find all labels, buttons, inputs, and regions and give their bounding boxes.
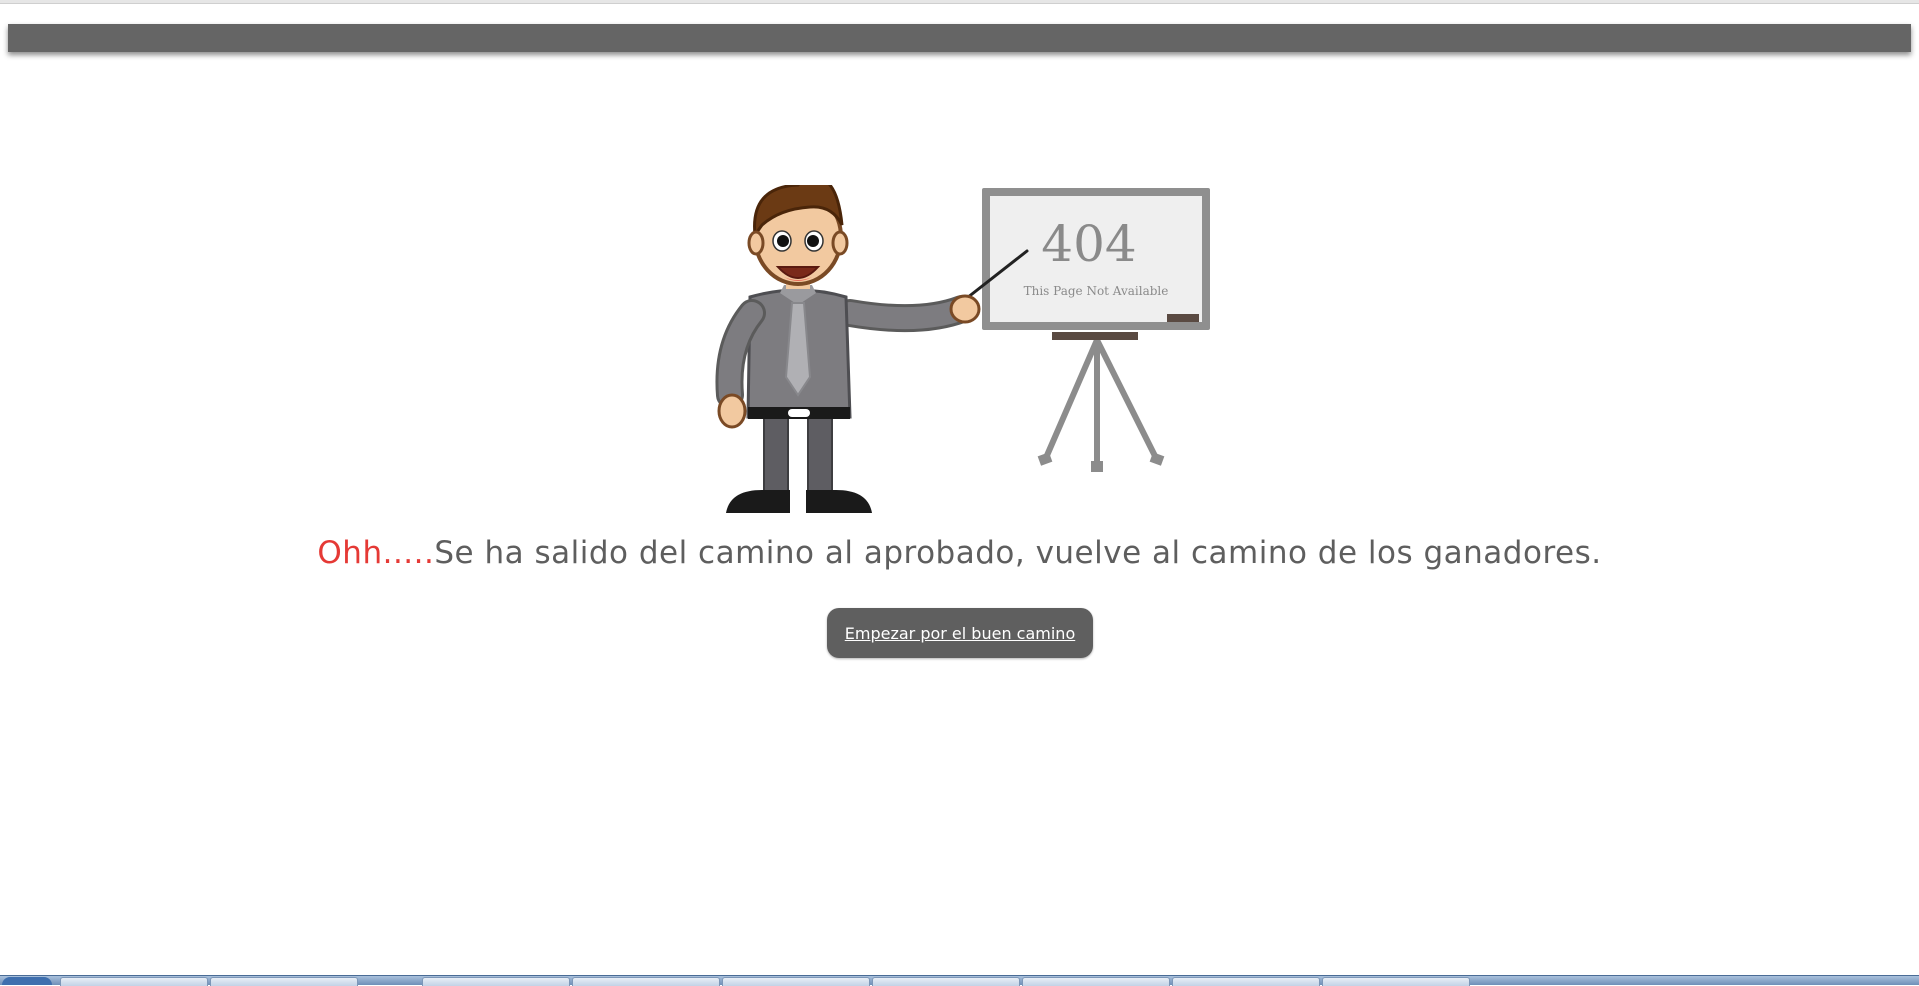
error-message: Ohh.....Se ha salido del camino al aprob…: [0, 535, 1919, 571]
whiteboard-easel-icon: 404 This Page Not Available: [982, 188, 1210, 472]
error-message-accent: Ohh.....: [317, 535, 435, 571]
top-rule: [0, 0, 1919, 4]
start-good-path-button[interactable]: Empezar por el buen camino: [827, 608, 1093, 658]
board-error-code: 404: [1041, 215, 1136, 273]
taskbar-item[interactable]: [1322, 977, 1470, 986]
presenter-illustration: [715, 185, 1029, 513]
taskbar-item[interactable]: [1022, 977, 1170, 986]
taskbar-item[interactable]: [722, 977, 870, 986]
taskbar-item[interactable]: [210, 977, 358, 986]
error-message-body: Se ha salido del camino al aprobado, vue…: [434, 535, 1602, 571]
error-404-illustration: 404 This Page Not Available: [715, 185, 1210, 513]
taskbar-item[interactable]: [422, 977, 570, 986]
taskbar-item[interactable]: [60, 977, 208, 986]
taskbar-item[interactable]: [572, 977, 720, 986]
board-caption: This Page Not Available: [1024, 284, 1169, 298]
taskbar-item[interactable]: [1172, 977, 1320, 986]
taskbar-item[interactable]: [872, 977, 1020, 986]
header-bar: [8, 24, 1911, 52]
